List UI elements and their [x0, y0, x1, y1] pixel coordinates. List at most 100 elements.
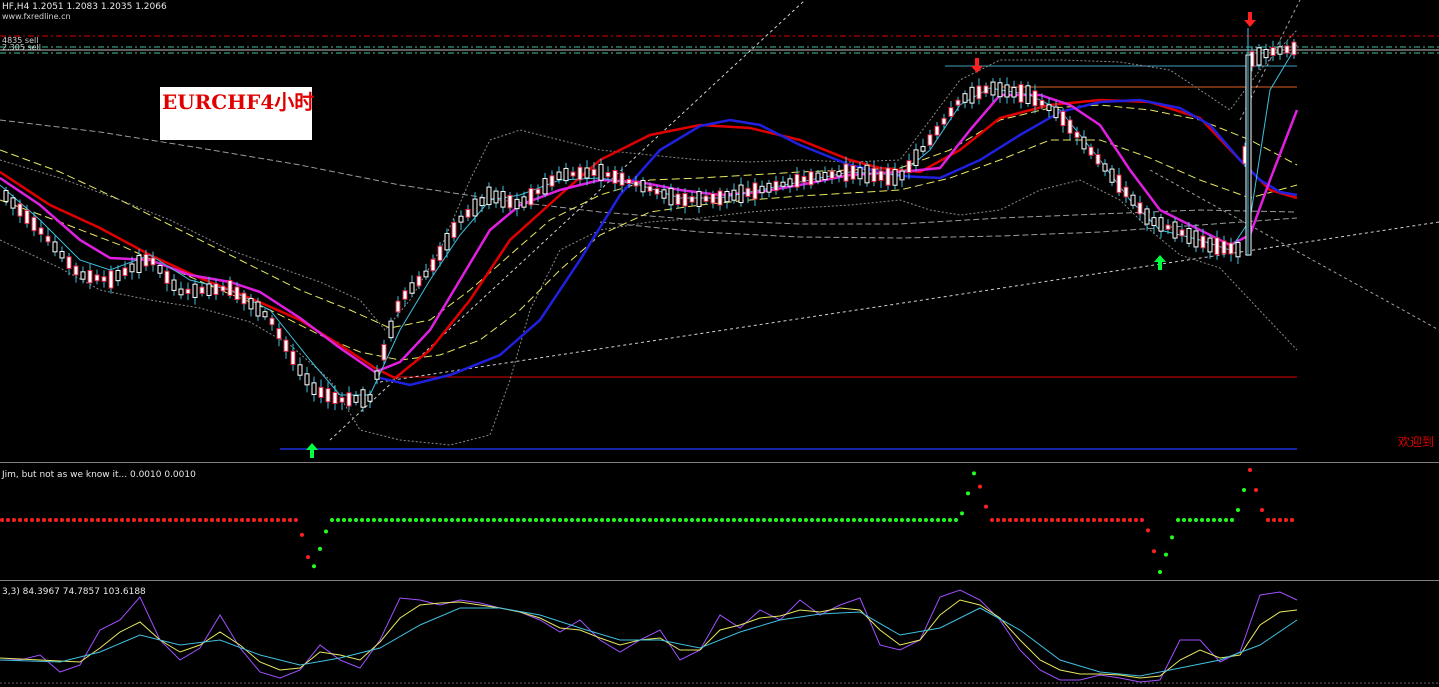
signal-dot	[498, 518, 502, 522]
candle	[787, 178, 793, 187]
indicator1-panel[interactable]	[0, 464, 1439, 579]
signal-dot	[612, 518, 616, 522]
candle	[563, 167, 569, 182]
candle	[1130, 194, 1136, 206]
signal-dot	[342, 518, 346, 522]
signal-dot	[582, 518, 586, 522]
signal-dot	[642, 518, 646, 522]
candle	[857, 167, 863, 180]
signal-dot	[972, 471, 976, 476]
signal-dot	[60, 518, 64, 522]
signal-dot	[660, 518, 664, 522]
signal-dot	[552, 518, 556, 522]
candle	[1172, 221, 1178, 239]
candle	[171, 279, 177, 291]
signal-dot	[486, 518, 490, 522]
candle	[199, 286, 205, 294]
candle	[31, 216, 37, 232]
signal-dot	[426, 518, 430, 522]
candle	[514, 198, 520, 210]
signal-dot	[216, 518, 220, 522]
candle	[934, 125, 940, 136]
candle	[577, 166, 583, 181]
signal-dot	[282, 518, 286, 522]
signal-dot	[822, 518, 826, 522]
signal-dot	[1092, 518, 1096, 522]
signal-dot	[714, 518, 718, 522]
signal-dot	[294, 518, 298, 522]
signal-dot	[462, 518, 466, 522]
signal-dot	[6, 518, 10, 522]
signal-dot	[618, 518, 622, 522]
signal-dot	[504, 518, 508, 522]
candle	[822, 171, 828, 181]
signal-dot	[360, 518, 364, 522]
signal-dot	[1026, 518, 1030, 522]
candle	[1081, 136, 1087, 150]
candle	[381, 343, 387, 361]
candle	[1186, 227, 1192, 244]
candle	[661, 189, 667, 199]
signal-dot	[444, 518, 448, 522]
trading-chart[interactable]: HF,H4 1.2051 1.2083 1.2035 1.2066 www.fx…	[0, 0, 1439, 687]
candle	[941, 117, 947, 125]
candle	[500, 191, 506, 208]
candle	[1277, 46, 1283, 55]
candle	[1004, 84, 1010, 98]
candle	[493, 190, 499, 204]
signal-dot	[906, 518, 910, 522]
signal-dot	[888, 518, 892, 522]
signal-dot	[966, 491, 970, 496]
signal-dot	[90, 518, 94, 522]
signal-dot	[648, 518, 652, 522]
candle	[773, 180, 779, 192]
candle	[87, 269, 93, 284]
signal-dot	[912, 518, 916, 522]
signal-dot	[690, 518, 694, 522]
candle	[1088, 146, 1094, 156]
signal-dot	[1158, 570, 1162, 574]
signal-dot	[846, 518, 850, 522]
signal-dot	[510, 518, 514, 522]
signal-dot	[474, 518, 478, 522]
signal-dot	[246, 518, 250, 522]
signal-dot	[750, 518, 754, 522]
candle	[325, 388, 331, 403]
candle	[101, 276, 107, 282]
candle	[486, 186, 492, 206]
signal-dot	[984, 504, 988, 509]
candle	[1025, 85, 1031, 104]
signal-dot	[180, 518, 184, 522]
signal-dot	[1068, 518, 1072, 522]
signal-dot	[1200, 518, 1204, 522]
signal-dot	[900, 518, 904, 522]
signal-dot	[528, 518, 532, 522]
candle	[45, 235, 51, 243]
candle	[3, 190, 9, 202]
candle	[241, 292, 247, 305]
signal-dot	[960, 511, 964, 516]
signal-dot	[1032, 518, 1036, 522]
signal-dot	[0, 518, 4, 522]
signal-dot	[1182, 518, 1186, 522]
candle	[528, 188, 534, 206]
candle	[591, 168, 597, 177]
signal-dot	[1188, 518, 1192, 522]
main-panel[interactable]	[0, 0, 1439, 462]
candle	[843, 163, 849, 182]
candle	[1221, 240, 1227, 255]
candle	[801, 175, 807, 183]
signal-dot	[366, 518, 370, 522]
candle	[969, 86, 975, 104]
signal-dot	[1266, 518, 1270, 522]
candle	[276, 328, 282, 340]
signal-dot	[432, 518, 436, 522]
candle	[283, 339, 289, 352]
signal-dot	[198, 518, 202, 522]
signal-dot	[588, 518, 592, 522]
candle	[304, 373, 310, 386]
signal-dot	[852, 518, 856, 522]
candle	[1074, 131, 1080, 139]
signal-dot	[918, 518, 922, 522]
candle	[66, 256, 72, 269]
